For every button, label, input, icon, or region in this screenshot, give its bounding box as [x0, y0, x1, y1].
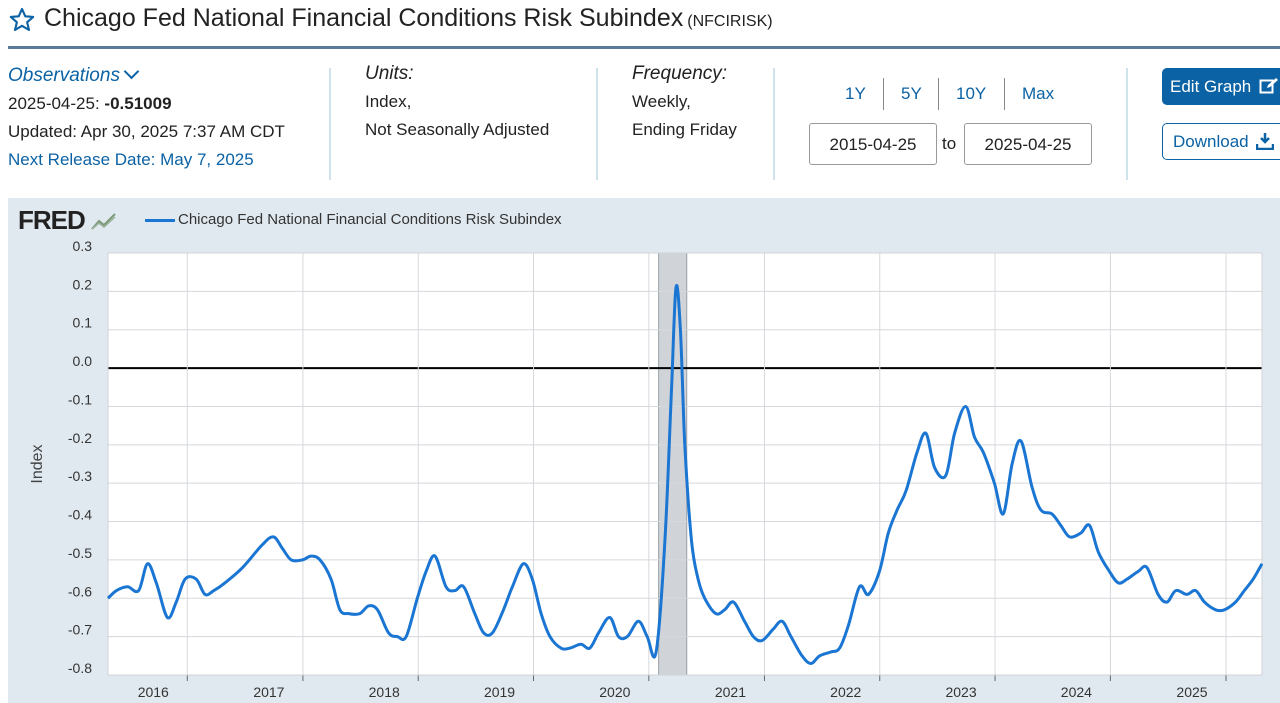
- y-tick-label: 0.2: [73, 276, 93, 292]
- x-tick-label: 2017: [253, 684, 284, 700]
- x-tick-label: 2022: [830, 684, 861, 700]
- y-tick-label: -0.2: [68, 430, 92, 446]
- recession-band: [658, 252, 688, 676]
- y-tick-label: -0.1: [68, 391, 92, 407]
- line-chart: 0.3 0.2 0.1 0.0 -0.1 -0.2 -0.3 -0.4 -0.5 -0.6 -0.7…: [29, 238, 1264, 700]
- x-tick-label: 2025: [1176, 684, 1207, 700]
- y-tick-label: -0.8: [68, 660, 92, 676]
- x-tick-label: 2018: [369, 684, 400, 700]
- y-tick-label: 0.1: [73, 315, 93, 331]
- x-tick-label: 2016: [138, 684, 169, 700]
- x-tick-label: 2023: [945, 684, 976, 700]
- y-tick-label: -0.6: [68, 583, 92, 599]
- y-tick-label: 0.3: [73, 238, 93, 254]
- x-tick-label: 2019: [484, 684, 515, 700]
- y-tick-label: 0.0: [73, 353, 93, 369]
- y-tick-label: -0.5: [68, 545, 92, 561]
- x-tick-label: 2020: [599, 684, 630, 700]
- y-axis-label: Index: [29, 444, 46, 483]
- x-tick-label: 2021: [715, 684, 746, 700]
- y-tick-label: -0.4: [68, 507, 92, 523]
- y-tick-label: -0.3: [68, 468, 92, 484]
- y-tick-label: -0.7: [68, 622, 92, 638]
- x-tick-label: 2024: [1061, 684, 1092, 700]
